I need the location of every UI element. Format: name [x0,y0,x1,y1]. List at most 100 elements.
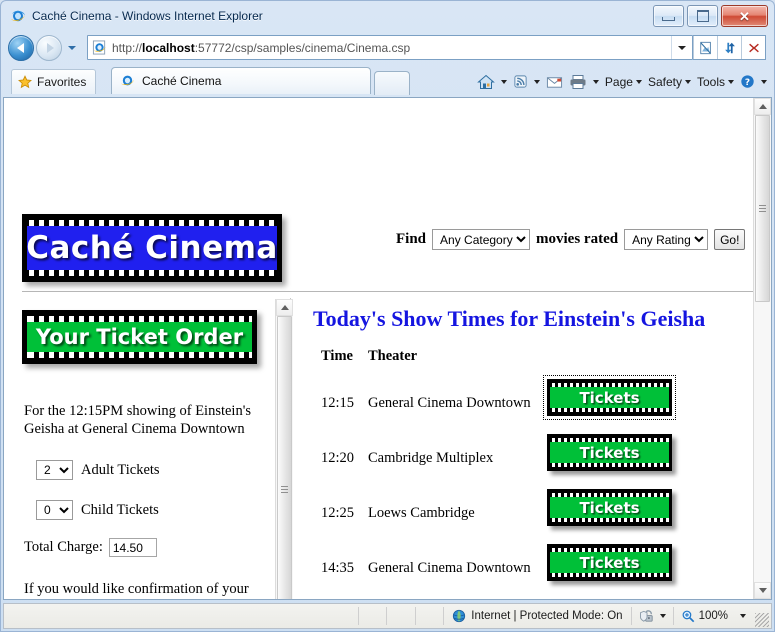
help-button[interactable]: ? [737,70,758,93]
forward-button[interactable] [36,34,62,61]
tickets-button[interactable]: Tickets [547,489,672,526]
email-instructions: If you would like confirmation of your o… [24,581,249,597]
chevron-down-icon [500,79,507,84]
forward-arrow-icon [46,42,54,53]
ticket-order-banner: Your Ticket Order [22,310,257,364]
tools-menu-button[interactable]: Tools [694,70,737,93]
compatibility-view-icon [699,41,711,54]
scroll-grip-icon [281,486,288,493]
page-scroll-thumb[interactable] [755,115,770,302]
tickets-button[interactable]: Tickets [547,544,672,581]
window-title: Caché Cinema - Windows Internet Explorer [32,8,263,23]
print-button[interactable] [566,70,590,93]
security-zone-indicator[interactable]: Internet | Protected Mode: On [444,609,630,623]
address-input[interactable]: http://localhost:57772/csp/samples/cinem… [87,35,693,60]
status-spacer-2 [387,604,415,628]
zoom-button[interactable]: 100% [674,604,753,628]
address-bar-row: http://localhost:57772/csp/samples/cinem… [1,30,774,65]
showtime-theater: Cambridge Multiplex [368,450,494,466]
showtime-theater: General Cinema Downtown [368,560,531,576]
showtime-row: 14:40Cambridge MultiplexTickets [299,593,757,600]
command-bar: Page Safety Tools ? [474,69,770,94]
minimize-icon [662,16,675,21]
showtimes-title: Today's Show Times for Einstein's Geisha [313,306,706,331]
window-controls: ✕ [653,5,768,27]
address-dropdown-button[interactable] [671,36,692,59]
browser-tab[interactable]: Caché Cinema [111,67,371,94]
feeds-button[interactable] [510,70,531,93]
movie-find-bar: Find Any Category movies rated Any Ratin… [396,229,746,250]
close-button[interactable]: ✕ [721,5,768,27]
mail-button[interactable] [543,70,566,93]
back-button[interactable] [8,34,34,61]
filmstrip-holes-bottom-icon [550,408,669,412]
internet-explorer-icon [10,8,26,24]
favorites-and-tabs-row: Favorites Caché Cinema Page Safety Tools… [1,65,774,97]
favorites-button[interactable]: Favorites [11,69,97,94]
recent-pages-button[interactable] [65,45,79,50]
child-tickets-label: Child Tickets [81,501,159,518]
tickets-button[interactable]: Tickets [547,599,672,600]
triangle-down-icon [758,588,767,593]
chevron-down-icon [659,614,666,618]
new-tab-button[interactable] [374,71,410,95]
sidebar-scroll-thumb[interactable] [277,316,292,599]
showtime-time: 12:20 [321,450,355,466]
privacy-button[interactable] [632,604,673,628]
ticket-order-frame: Your Ticket Order For the 12:15PM showin… [6,298,291,599]
column-header-time: Time [321,348,353,364]
minimize-button[interactable] [653,5,684,27]
safety-menu-button[interactable]: Safety [645,70,694,93]
triangle-up-icon [758,104,767,109]
page-scroll-down-button[interactable] [754,582,771,599]
tickets-button[interactable]: Tickets [547,434,672,471]
tools-menu-label: Tools [696,74,725,89]
chevron-down-icon [728,79,734,84]
page-scroll-track[interactable] [754,115,771,582]
page-scrollbar[interactable] [753,98,771,599]
header-divider [22,291,757,292]
feeds-dropdown[interactable] [531,70,543,93]
tickets-button-label: Tickets [579,498,640,517]
cinema-logo-banner: Caché Cinema [22,214,282,282]
showtime-time: 12:25 [321,505,355,521]
stop-button[interactable] [741,36,765,59]
sidebar-scroll-track[interactable] [276,316,293,599]
help-dropdown[interactable] [758,70,770,93]
maximize-button[interactable] [687,5,718,27]
order-description: For the 12:15PM showing of Einstein's Ge… [24,403,251,437]
logo-text: Caché Cinema [26,230,278,266]
web-page: Caché Cinema Find Any Category movies ra… [4,98,771,599]
child-quantity-select[interactable]: 0 [36,500,73,520]
filmstrip-holes-bottom-icon [27,270,277,276]
home-button[interactable] [474,70,498,93]
chevron-down-icon [68,45,76,50]
rating-select[interactable]: Any Rating [624,229,709,250]
home-dropdown[interactable] [498,70,510,93]
page-scroll-up-button[interactable] [754,98,771,115]
showtime-row: 14:35 General Cinema Downtown Tickets [299,538,757,593]
adult-quantity-select[interactable]: 2 [36,460,73,480]
star-icon [18,75,32,89]
title-bar: Caché Cinema - Windows Internet Explorer… [1,1,774,30]
go-button[interactable]: Go! [714,229,746,250]
zoom-magnifier-icon [682,610,694,623]
resize-grip-icon[interactable] [755,613,769,627]
tickets-button[interactable]: Tickets [543,375,676,420]
tab-title: Caché Cinema [142,74,222,88]
sidebar-scrollbar[interactable] [275,299,293,599]
security-zone-text: Internet | Protected Mode: On [471,610,623,622]
print-dropdown[interactable] [590,70,602,93]
compatibility-view-button[interactable] [693,36,717,59]
refresh-button[interactable] [717,36,741,59]
category-select[interactable]: Any Category [432,229,531,250]
sidebar-scroll-up-button[interactable] [276,299,293,316]
page-menu-button[interactable]: Page [602,70,645,93]
showtime-row: 12:25 Loews Cambridge Tickets [299,483,757,538]
page-viewport: Caché Cinema Find Any Category movies ra… [3,97,772,600]
total-charge-field[interactable] [108,538,157,557]
filmstrip-holes-bottom-icon [550,573,669,577]
chevron-down-icon [592,79,599,84]
chevron-down-icon [533,79,540,84]
svg-text:?: ? [745,78,750,88]
